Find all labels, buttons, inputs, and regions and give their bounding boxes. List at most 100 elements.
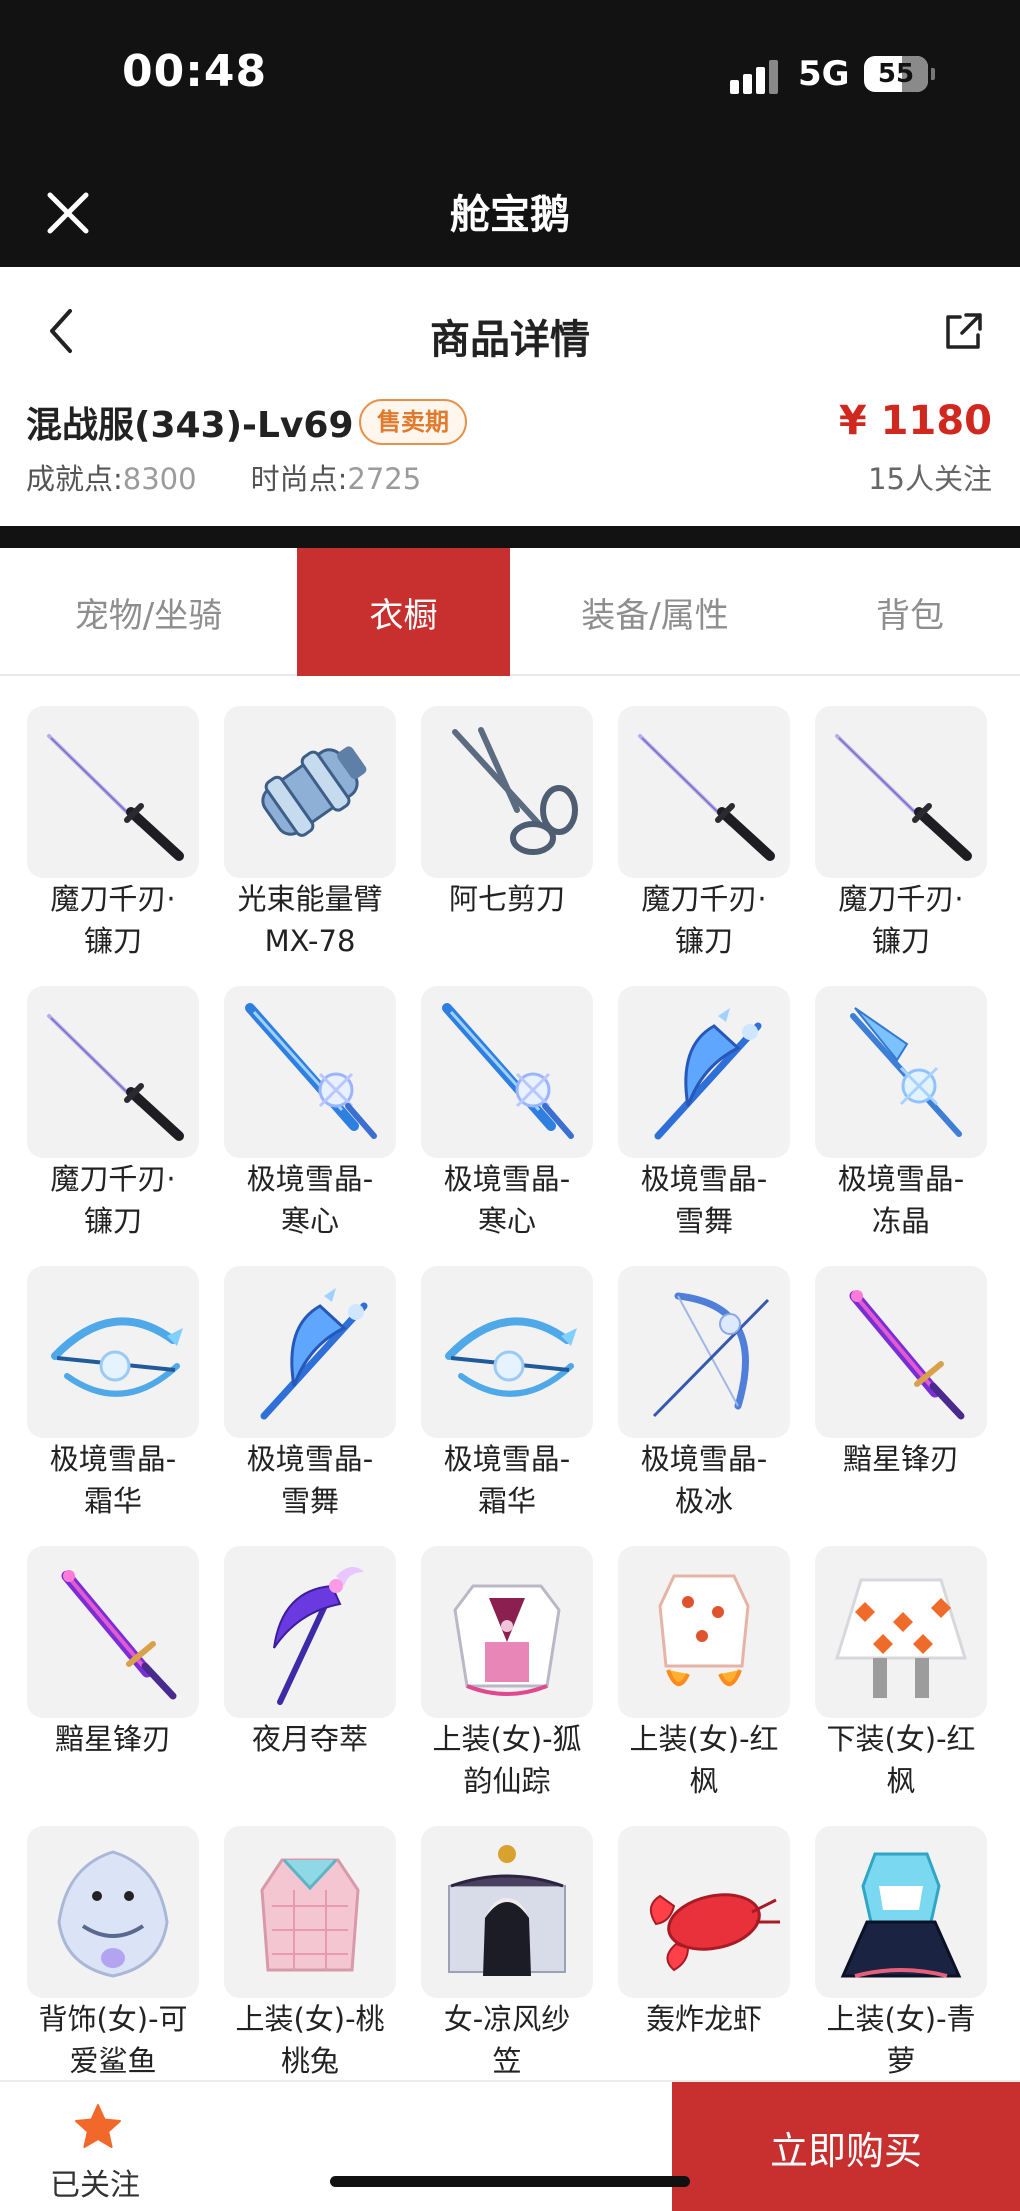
app-root: 00:48 5G 55 舱宝鹅 商品详情 混战服(343)-Lv69 售卖期 ¥… xyxy=(0,0,1020,2211)
item-name-line: 桃兔 xyxy=(280,2044,339,2078)
item-name-line: 镰刀 xyxy=(871,924,930,958)
wardrobe-item[interactable]: 魔刀千刃· 镰刀 xyxy=(27,678,225,960)
item-name: 光束能量臂 MX-78 xyxy=(214,878,406,962)
wardrobe-item[interactable]: 魔刀千刃· 镰刀 xyxy=(815,678,1013,960)
wardrobe-item[interactable]: 极境雪晶- 寒心 xyxy=(421,958,619,1240)
wardrobe-item[interactable]: 轰炸龙虾 xyxy=(618,1798,816,2080)
follow-button[interactable]: 已关注 xyxy=(0,2082,190,2211)
item-thumbnail xyxy=(27,986,199,1158)
bunny-top-icon xyxy=(260,1858,360,1972)
item-thumbnail xyxy=(421,1546,593,1718)
wardrobe-item[interactable]: 极境雪晶- 雪舞 xyxy=(618,958,816,1240)
item-thumbnail xyxy=(27,1266,199,1438)
wardrobe-item[interactable]: 黯星锋刃 xyxy=(27,1518,225,1800)
battery-level: 55 xyxy=(877,59,915,89)
wardrobe-item[interactable]: 极境雪晶- 冻晶 xyxy=(815,958,1013,1240)
item-name-line: 霜华 xyxy=(477,1484,536,1518)
wardrobe-item[interactable]: 极境雪晶- 极冰 xyxy=(618,1238,816,1520)
item-name-line: 夜月夺萃 xyxy=(251,1722,368,1756)
item-name-line: 极境雪晶- xyxy=(443,1162,571,1196)
battery-icon: 55 xyxy=(864,56,928,92)
item-name: 极境雪晶- 霜华 xyxy=(17,1438,209,1522)
ice-scythe-icon xyxy=(654,1008,762,1140)
wardrobe-item[interactable]: 上装(女)-狐 韵仙踪 xyxy=(421,1518,619,1800)
item-name-line: MX-78 xyxy=(264,924,356,958)
wardrobe-item[interactable]: 上装(女)-红枫 xyxy=(618,1518,816,1800)
item-name-line: 黯星锋刃 xyxy=(54,1722,171,1756)
item-thumbnail xyxy=(27,706,199,878)
item-name: 极境雪晶- 极冰 xyxy=(608,1438,800,1522)
item-name-line: 雪舞 xyxy=(674,1204,733,1238)
item-name-line: 爱鲨鱼 xyxy=(69,2044,157,2078)
item-thumbnail xyxy=(421,1826,593,1998)
wardrobe-item[interactable]: 光束能量臂 MX-78 xyxy=(224,678,422,960)
item-name-line: 萝 xyxy=(886,2044,916,2078)
item-name: 上装(女)-桃 桃兔 xyxy=(214,1998,406,2080)
network-type: 5G xyxy=(798,54,850,94)
item-thumbnail xyxy=(618,1546,790,1718)
item-name: 极境雪晶- 霜华 xyxy=(411,1438,603,1522)
battery-tip xyxy=(931,68,935,80)
item-name: 夜月夺萃 xyxy=(214,1718,406,1760)
tab-pets-mounts[interactable]: 宠物/坐骑 xyxy=(0,548,297,676)
item-name-line: 光束能量臂 xyxy=(237,882,383,916)
wardrobe-item[interactable]: 阿七剪刀 xyxy=(421,678,619,960)
item-thumbnail xyxy=(421,706,593,878)
item-name-line: 上装(女)-青 xyxy=(826,2002,976,2036)
maple-skirt-icon xyxy=(834,1578,968,1698)
fashion-label: 时尚点: xyxy=(250,462,348,496)
wardrobe-item[interactable]: 上装(女)-青萝 xyxy=(815,1798,1013,2080)
lobster-icon xyxy=(649,1893,780,1972)
item-thumbnail xyxy=(618,986,790,1158)
item-name-line: 极境雪晶- xyxy=(837,1162,965,1196)
item-name-line: 极境雪晶- xyxy=(246,1162,374,1196)
item-name-line: 镰刀 xyxy=(83,924,142,958)
item-name: 下装(女)-红枫 xyxy=(805,1718,997,1802)
wardrobe-item[interactable]: 上装(女)-桃 桃兔 xyxy=(224,1798,422,2080)
tab-backpack[interactable]: 背包 xyxy=(800,548,1020,676)
share-icon[interactable] xyxy=(938,307,988,357)
item-thumbnail xyxy=(815,1826,987,1998)
wardrobe-item[interactable]: 魔刀千刃· 镰刀 xyxy=(27,958,225,1240)
wardrobe-item[interactable]: 下装(女)-红枫 xyxy=(815,1518,1013,1800)
item-name: 轰炸龙虾 xyxy=(608,1998,800,2040)
scissors-icon xyxy=(452,727,578,855)
wardrobe-item[interactable]: 女-凉风纱笠 xyxy=(421,1798,619,2080)
wardrobe-item[interactable]: 黯星锋刃 xyxy=(815,1238,1013,1520)
wardrobe-item[interactable]: 极境雪晶- 霜华 xyxy=(421,1238,619,1520)
product-name: 混战服(343)-Lv69 xyxy=(26,405,354,446)
item-thumbnail xyxy=(815,986,987,1158)
item-thumbnail xyxy=(815,1266,987,1438)
ice-scythe-icon xyxy=(260,1288,368,1420)
item-name-line: 背饰(女)-可 xyxy=(38,2002,188,2036)
item-name-line: 极境雪晶- xyxy=(640,1162,768,1196)
item-name: 上装(女)-红枫 xyxy=(608,1718,800,1802)
signal-icon xyxy=(730,58,786,94)
wardrobe-item[interactable]: 夜月夺萃 xyxy=(224,1518,422,1800)
wardrobe-item[interactable]: 极境雪晶- 雪舞 xyxy=(224,1238,422,1520)
katana-icon xyxy=(835,734,972,861)
tab-wardrobe[interactable]: 衣橱 xyxy=(297,548,510,676)
item-thumbnail xyxy=(618,706,790,878)
item-name: 魔刀千刃· 镰刀 xyxy=(17,878,209,962)
wardrobe-item[interactable]: 背饰(女)-可 爱鲨鱼 xyxy=(27,1798,225,2080)
item-name-line: 魔刀千刃· xyxy=(838,882,964,916)
tab-equipment[interactable]: 装备/属性 xyxy=(510,548,800,676)
item-name: 魔刀千刃· 镰刀 xyxy=(608,878,800,962)
wardrobe-item[interactable]: 极境雪晶- 寒心 xyxy=(224,958,422,1240)
item-name: 黯星锋刃 xyxy=(805,1438,997,1480)
item-name: 极境雪晶- 寒心 xyxy=(411,1158,603,1242)
ice-sword-icon xyxy=(245,1003,377,1139)
item-name: 极境雪晶- 冻晶 xyxy=(805,1158,997,1242)
buy-now-button[interactable]: 立即购买 xyxy=(672,2082,1020,2211)
wardrobe-item[interactable]: 极境雪晶- 霜华 xyxy=(27,1238,225,1520)
item-name: 极境雪晶- 雪舞 xyxy=(608,1158,800,1242)
item-name-line: 极境雪晶- xyxy=(640,1442,768,1476)
item-name-line: 上装(女)-狐 xyxy=(432,1722,582,1756)
shark-backpack-icon xyxy=(57,1850,169,1978)
ice-bow-icon xyxy=(652,1292,770,1418)
app-bar: 舱宝鹅 xyxy=(0,150,1020,267)
ice-crossbow-icon xyxy=(445,1317,577,1397)
product-stats: 成就点:8300 时尚点:2725 xyxy=(26,456,421,498)
wardrobe-item[interactable]: 魔刀千刃· 镰刀 xyxy=(618,678,816,960)
